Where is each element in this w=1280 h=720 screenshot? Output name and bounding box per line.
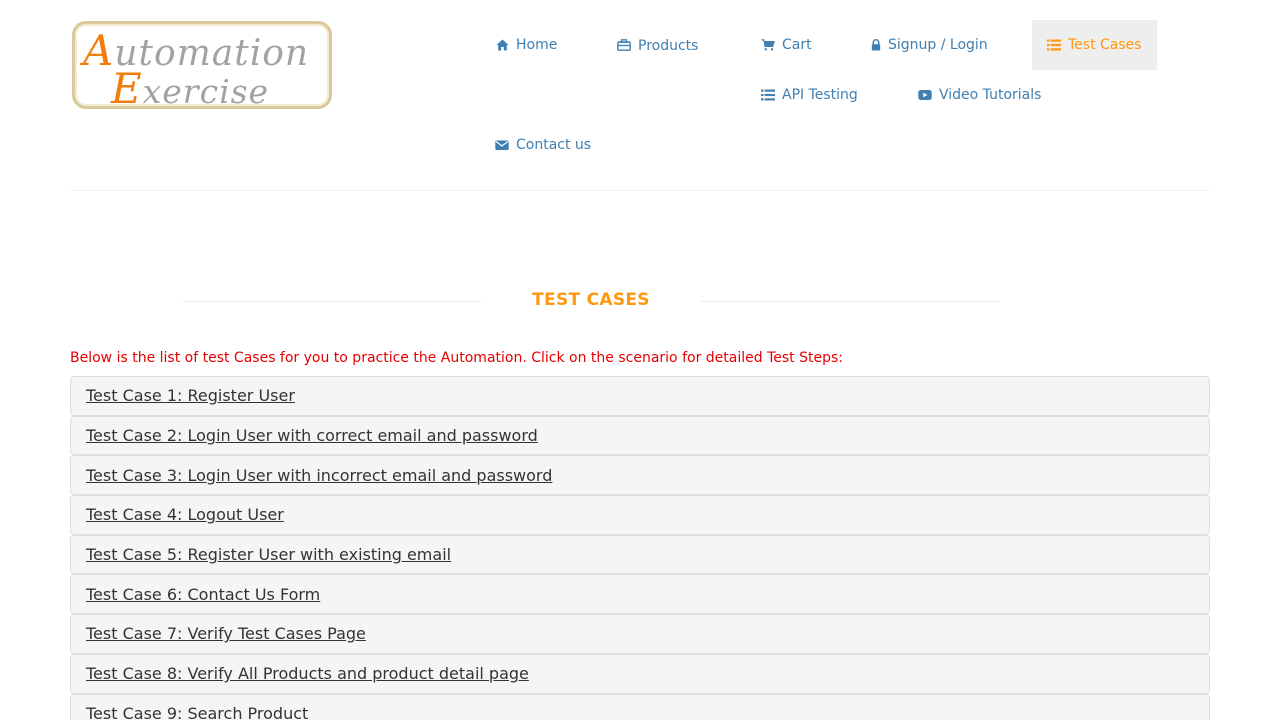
nav-contact-us[interactable]: Contact us	[480, 120, 606, 170]
nav-video-tutorials[interactable]: Video Tutorials	[903, 70, 1056, 120]
test-case-link[interactable]: Test Case 7: Verify Test Cases Page	[86, 624, 366, 643]
test-case-item[interactable]: Test Case 6: Contact Us Form	[70, 574, 1210, 615]
nav-video-tutorials-label: Video Tutorials	[939, 87, 1042, 103]
list-icon	[1047, 38, 1061, 52]
test-case-item[interactable]: Test Case 7: Verify Test Cases Page	[70, 614, 1210, 654]
test-case-item[interactable]: Test Case 8: Verify All Products and pro…	[70, 653, 1210, 694]
test-case-item[interactable]: Test Case 1: Register User	[70, 376, 1210, 416]
nav-products[interactable]: Products	[602, 20, 713, 70]
page-container: Automation Exercise Home Products Cart S…	[70, 0, 1210, 720]
test-case-link[interactable]: Test Case 5: Register User with existing…	[86, 545, 451, 564]
nav-home-label: Home	[516, 37, 558, 53]
test-case-link[interactable]: Test Case 3: Login User with incorrect e…	[86, 466, 552, 485]
title-divider-left	[183, 301, 481, 302]
logo-line-2: Exercise	[111, 64, 269, 113]
logo-text-2: xercise	[142, 72, 270, 111]
nav-cart-label: Cart	[782, 37, 812, 53]
test-case-item[interactable]: Test Case 5: Register User with existing…	[70, 534, 1210, 575]
header: Automation Exercise Home Products Cart S…	[70, 0, 1210, 191]
test-case-link[interactable]: Test Case 9: Search Product	[86, 704, 308, 720]
lock-icon	[871, 38, 881, 52]
title-row: TEST CASES	[70, 290, 1210, 312]
nav-api-testing[interactable]: API Testing	[746, 70, 873, 120]
home-icon	[495, 38, 509, 52]
nav-signup-login[interactable]: Signup / Login	[856, 20, 1003, 70]
test-case-item[interactable]: Test Case 2: Login User with correct ema…	[70, 415, 1210, 456]
envelope-icon	[495, 138, 509, 152]
nav-signup-login-label: Signup / Login	[888, 37, 988, 53]
test-case-link[interactable]: Test Case 4: Logout User	[86, 505, 284, 524]
logo-cap-a: A	[83, 26, 115, 75]
cart-icon	[761, 38, 775, 52]
nav-contact-us-label: Contact us	[516, 137, 592, 153]
youtube-play-icon	[918, 88, 932, 102]
nav-cart[interactable]: Cart	[746, 20, 827, 70]
test-case-link[interactable]: Test Case 8: Verify All Products and pro…	[86, 664, 529, 683]
test-case-item[interactable]: Test Case 9: Search Product	[70, 693, 1210, 720]
logo-cap-e: E	[111, 64, 143, 113]
nav-home[interactable]: Home	[480, 20, 572, 70]
test-case-link[interactable]: Test Case 6: Contact Us Form	[86, 585, 320, 604]
nav-products-label: Products	[638, 38, 699, 54]
test-case-list: Test Case 1: Register User Test Case 2: L…	[70, 376, 1210, 720]
page-title: TEST CASES	[532, 290, 650, 310]
test-case-item[interactable]: Test Case 4: Logout User	[70, 495, 1210, 535]
test-case-item[interactable]: Test Case 3: Login User with incorrect e…	[70, 455, 1210, 496]
title-divider-right	[701, 301, 1000, 302]
list-icon	[761, 88, 775, 102]
site-logo[interactable]: Automation Exercise	[72, 21, 332, 113]
nav-test-cases-label: Test Cases	[1068, 37, 1142, 53]
intro-text: Below is the list of test Cases for you …	[70, 350, 843, 366]
test-case-link[interactable]: Test Case 2: Login User with correct ema…	[86, 426, 538, 445]
briefcase-icon	[617, 38, 631, 52]
nav-test-cases[interactable]: Test Cases	[1032, 20, 1157, 70]
test-case-link[interactable]: Test Case 1: Register User	[86, 386, 295, 405]
nav-api-testing-label: API Testing	[782, 87, 858, 103]
